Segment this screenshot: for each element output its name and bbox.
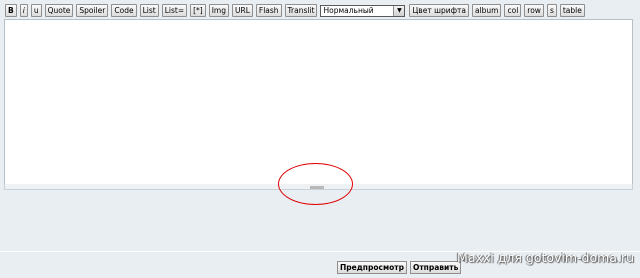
translit-button[interactable]: Translit bbox=[284, 4, 318, 17]
flash-button[interactable]: Flash bbox=[255, 4, 282, 17]
underline-button[interactable]: u bbox=[30, 4, 42, 17]
row-button[interactable]: row bbox=[524, 4, 544, 17]
album-button[interactable]: album bbox=[471, 4, 502, 17]
spoiler-button[interactable]: Spoiler bbox=[76, 4, 109, 17]
list-item-button[interactable]: [*] bbox=[190, 4, 206, 17]
col-button[interactable]: col bbox=[504, 4, 522, 17]
italic-button[interactable]: i bbox=[19, 4, 28, 17]
quote-button[interactable]: Quote bbox=[44, 4, 74, 17]
url-button[interactable]: URL bbox=[232, 4, 253, 17]
form-actions: Предпросмотр Отправить bbox=[337, 261, 464, 274]
bbcode-toolbar: B i u Quote Spoiler Code List List= [*] … bbox=[5, 4, 588, 17]
code-button[interactable]: Code bbox=[111, 4, 137, 17]
chevron-down-icon[interactable]: ▼ bbox=[393, 5, 405, 16]
ordered-list-button[interactable]: List= bbox=[161, 4, 188, 17]
bold-button[interactable]: B bbox=[5, 4, 17, 17]
img-button[interactable]: Img bbox=[208, 4, 229, 17]
font-color-button[interactable]: Цвет шрифта bbox=[409, 4, 469, 17]
annotation-circle bbox=[278, 163, 353, 205]
font-size-select-value: Нормальный bbox=[323, 5, 374, 15]
strike-button[interactable]: s bbox=[546, 4, 557, 17]
watermark: Maxxi для gotovim-doma.ru bbox=[457, 250, 634, 265]
message-textarea[interactable] bbox=[4, 19, 633, 185]
table-button[interactable]: table bbox=[559, 4, 585, 17]
preview-button[interactable]: Предпросмотр bbox=[337, 261, 407, 274]
font-size-select[interactable]: Нормальный ▼ bbox=[320, 4, 406, 17]
list-button[interactable]: List bbox=[139, 4, 159, 17]
submit-button[interactable]: Отправить bbox=[409, 261, 462, 274]
